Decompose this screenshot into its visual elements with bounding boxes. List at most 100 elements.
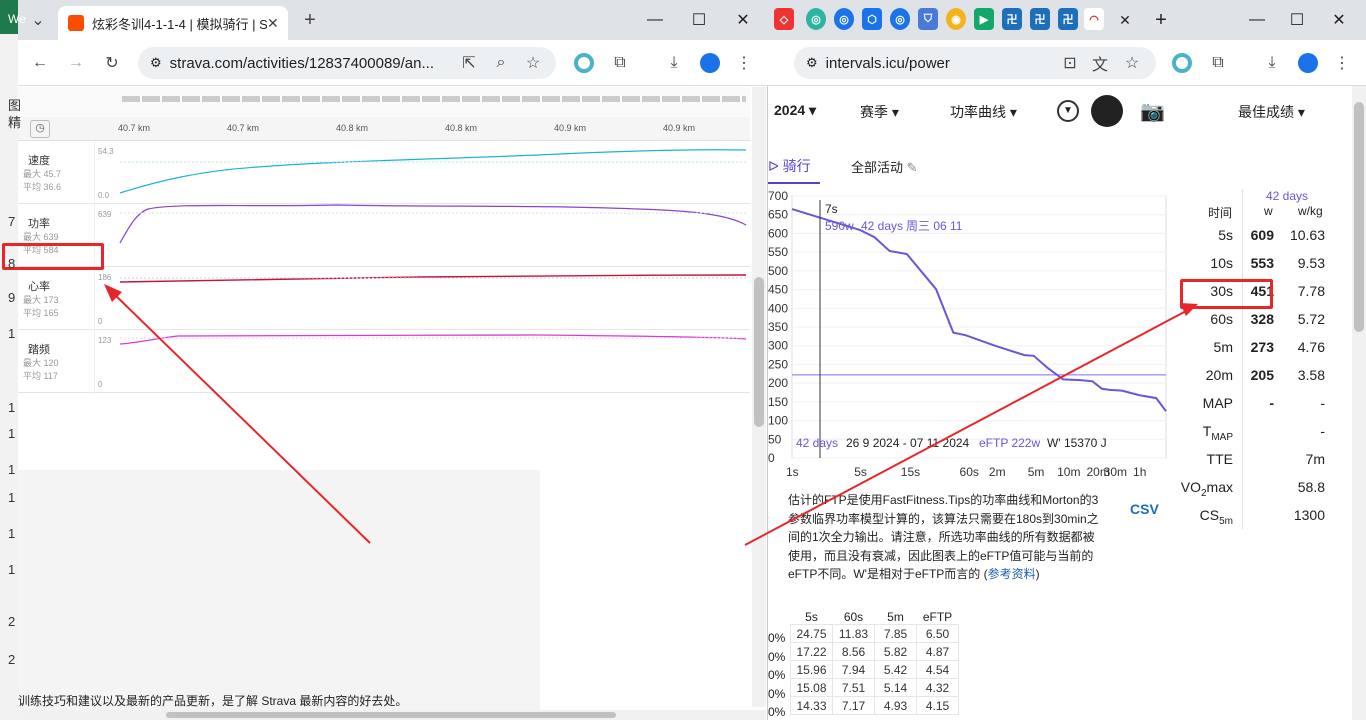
wkg-cell: 4.87 bbox=[916, 642, 959, 661]
x-tick-label: 1h bbox=[1133, 465, 1146, 479]
right-new-tab-button[interactable]: + bbox=[1146, 8, 1176, 32]
athlete-avatar[interactable] bbox=[1091, 95, 1123, 127]
tab-icon-1[interactable]: ◇ bbox=[774, 8, 794, 30]
tab-icon-3[interactable]: ◎ bbox=[834, 8, 854, 30]
percentile-label: 0% bbox=[768, 668, 786, 682]
tab-icon-10[interactable]: 卍 bbox=[1030, 8, 1050, 30]
best-efforts-dropdown[interactable]: 最佳成绩 ▾ bbox=[1238, 102, 1305, 122]
download-icon[interactable]: ⤓ bbox=[660, 49, 688, 77]
tab-icon-active[interactable]: ◠ bbox=[1084, 8, 1104, 30]
right-minimize-button[interactable]: — bbox=[1242, 8, 1272, 32]
camera-icon[interactable]: 📷 bbox=[1140, 99, 1165, 124]
wkg-row: 15.96 7.94 5.42 4.54 bbox=[790, 660, 959, 679]
zoom-icon[interactable]: ⌕ bbox=[487, 49, 515, 77]
right-extension-circle-icon[interactable] bbox=[1168, 49, 1196, 77]
open-external-icon[interactable]: ⇱ bbox=[455, 49, 483, 77]
right-menu-kebab-icon[interactable]: ⋮ bbox=[1328, 49, 1356, 77]
best-duration: MAP bbox=[1202, 395, 1233, 411]
new-tab-button[interactable]: + bbox=[296, 6, 324, 34]
right-profile-avatar-icon[interactable] bbox=[1294, 49, 1322, 77]
footer-period: 42 days bbox=[796, 436, 838, 450]
tab-icon-8[interactable]: ▶ bbox=[974, 8, 994, 30]
tab-strava[interactable]: 炫彩冬训4-1-1-4 | 模拟骑行 | S ✕ bbox=[58, 6, 288, 40]
forward-icon[interactable]: → bbox=[62, 49, 90, 77]
best-period-header: 42 days bbox=[1266, 189, 1309, 203]
power-line bbox=[119, 204, 747, 244]
tab-all-activities[interactable]: 全部活动 ✎ bbox=[851, 157, 918, 176]
wkg-cell: 15.08 bbox=[790, 678, 833, 697]
back-icon[interactable]: ← bbox=[26, 49, 54, 77]
edit-pencil-icon[interactable]: ✎ bbox=[907, 160, 918, 175]
right-download-icon[interactable]: ⤓ bbox=[1258, 49, 1286, 77]
wkg-cell: 4.32 bbox=[916, 678, 959, 697]
reference-link[interactable]: 参考资料 bbox=[988, 567, 1036, 581]
background-fragment: 9 bbox=[8, 290, 16, 305]
best-cell: 609 bbox=[1250, 227, 1274, 243]
cursor-time: 7s bbox=[825, 202, 838, 216]
y-tick-label: 200 bbox=[768, 376, 788, 390]
filter-dropdown-icon[interactable]: ▼ bbox=[1057, 100, 1079, 122]
hscroll-thumb[interactable] bbox=[166, 712, 616, 718]
wkg-cell: 15.96 bbox=[790, 660, 833, 679]
strava-browser-window: ⌄ 炫彩冬训4-1-1-4 | 模拟骑行 | S ✕ + — ☐ ✕ ← → ↻… bbox=[0, 0, 768, 720]
wkg-cell: 7.51 bbox=[832, 678, 875, 697]
tab-ride[interactable]: ᐅ 骑行 bbox=[768, 156, 820, 184]
tab-close-icon[interactable]: ✕ bbox=[267, 15, 279, 32]
extension-circle-icon[interactable] bbox=[570, 49, 598, 77]
install-app-icon[interactable]: ⊡ bbox=[1056, 49, 1084, 77]
distance-tick: 40.8 km bbox=[445, 123, 478, 133]
distance-tick: 40.9 km bbox=[663, 123, 696, 133]
reload-icon[interactable]: ↻ bbox=[98, 49, 126, 77]
right-site-info-icon[interactable]: ⚙ bbox=[806, 55, 818, 71]
right-tab-close-icon[interactable]: ✕ bbox=[1110, 8, 1140, 32]
mini-map-strip[interactable] bbox=[122, 96, 746, 102]
csv-download-link[interactable]: CSV bbox=[1130, 501, 1159, 517]
bookmark-star-icon[interactable]: ☆ bbox=[519, 49, 547, 77]
vertical-scrollbar[interactable] bbox=[752, 87, 766, 707]
y-tick-label: 550 bbox=[768, 245, 788, 259]
tab-icon-4[interactable]: ⬡ bbox=[862, 8, 882, 30]
tab-icon-11[interactable]: 卍 bbox=[1058, 8, 1078, 30]
site-info-icon[interactable]: ⚙ bbox=[150, 55, 162, 71]
zoom-strip bbox=[18, 87, 750, 117]
right-maximize-button[interactable]: ☐ bbox=[1282, 8, 1312, 32]
right-vertical-scrollbar[interactable] bbox=[1352, 86, 1366, 720]
best-cell: 1300 bbox=[1293, 507, 1325, 523]
tab-icon-7[interactable]: ◉ bbox=[946, 8, 966, 30]
background-fragment: 1 bbox=[8, 462, 16, 477]
curve-dropdown[interactable]: 功率曲线 ▾ bbox=[950, 102, 1017, 122]
close-window-button[interactable]: ✕ bbox=[728, 8, 758, 32]
right-bookmark-star-icon[interactable]: ☆ bbox=[1118, 49, 1146, 77]
x-tick-label: 5s bbox=[854, 465, 867, 479]
tab-icon-5[interactable]: ◎ bbox=[890, 8, 910, 30]
tab-icon-6[interactable]: ⛉ bbox=[918, 8, 938, 30]
season-dropdown[interactable]: 赛季 ▾ bbox=[860, 102, 899, 122]
maximize-button[interactable]: ☐ bbox=[684, 8, 714, 32]
percentile-label: 0% bbox=[768, 686, 786, 701]
minimize-button[interactable]: — bbox=[640, 8, 670, 32]
wkg-cell: 24.75 bbox=[790, 624, 833, 643]
year-dropdown[interactable]: 2024 ▾ bbox=[774, 102, 816, 119]
profile-avatar-icon[interactable] bbox=[696, 49, 724, 77]
horizontal-scrollbar[interactable] bbox=[18, 710, 766, 720]
cadence-line bbox=[119, 334, 747, 345]
clock-icon[interactable]: ◷ bbox=[30, 120, 50, 138]
power-curve-chart[interactable]: 7006506005505004504003503002502001501005… bbox=[768, 186, 1178, 486]
tab-search-icon[interactable]: ⌄ bbox=[24, 6, 52, 34]
scrollbar-thumb[interactable] bbox=[754, 277, 764, 427]
right-extensions-puzzle-icon[interactable]: ⧉ bbox=[1204, 49, 1232, 77]
wkg-cell: 4.54 bbox=[916, 660, 959, 679]
best-cell: 553 bbox=[1250, 255, 1274, 271]
tab-icon-2[interactable]: ◎ bbox=[806, 8, 826, 30]
right-scrollbar-thumb[interactable] bbox=[1354, 102, 1364, 332]
x-tick-label: 1s bbox=[786, 465, 799, 479]
background-fragment: 1 bbox=[8, 326, 16, 341]
translate-icon[interactable]: 文 bbox=[1086, 49, 1114, 77]
extensions-puzzle-icon[interactable]: ⧉ bbox=[606, 49, 634, 77]
tab-icon-9[interactable]: 卍 bbox=[1002, 8, 1022, 30]
col-time-header: 时间 bbox=[1208, 206, 1233, 220]
best-duration: 5m bbox=[1213, 339, 1233, 355]
menu-kebab-icon[interactable]: ⋮ bbox=[730, 49, 758, 77]
right-close-window-button[interactable]: ✕ bbox=[1324, 8, 1354, 32]
speed-line bbox=[119, 149, 747, 194]
